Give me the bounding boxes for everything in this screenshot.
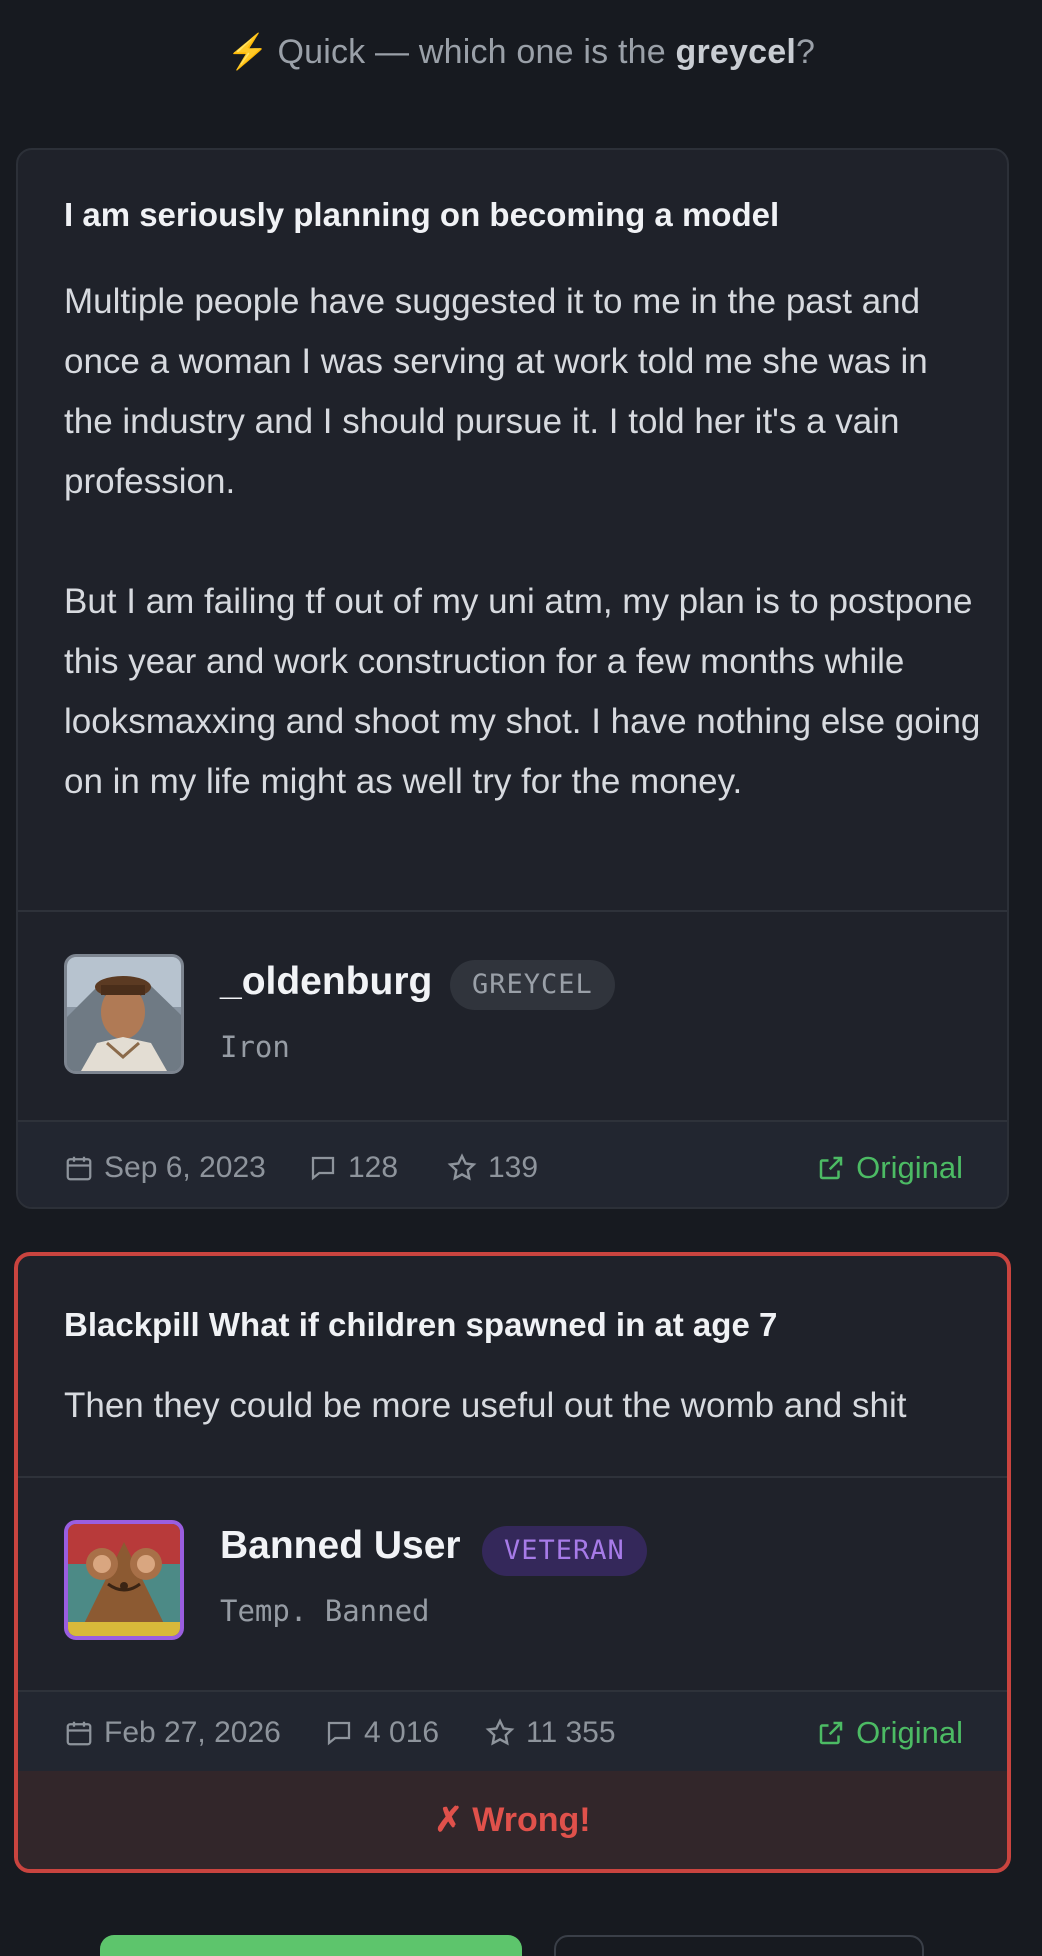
post-card-1[interactable]: I am seriously planning on becoming a mo…	[16, 148, 1009, 1209]
star-count: 11 355	[484, 1692, 616, 1774]
original-label: Original	[856, 1715, 963, 1750]
secondary-button[interactable]	[554, 1935, 924, 1956]
wrong-verdict: ✗ Wrong!	[18, 1771, 1007, 1869]
status-badge: VETERAN	[482, 1526, 647, 1576]
post-title: Blackpill What if children spawned in at…	[64, 1306, 778, 1343]
divider	[18, 910, 1007, 912]
post-meta-bar: Feb 27, 2026 4 016 11 355 Original	[18, 1690, 1007, 1774]
post-date: Sep 6, 2023	[64, 1122, 266, 1207]
external-link-icon	[819, 1721, 843, 1745]
original-link[interactable]: Original	[816, 1692, 963, 1774]
prompt-highlight: greycel	[675, 33, 796, 71]
user-rank: Iron	[220, 1030, 290, 1064]
quiz-prompt: ⚡ Quick — which one is the greycel?	[0, 32, 1042, 72]
next-button[interactable]	[100, 1935, 522, 1956]
status-badge: GREYCEL	[450, 960, 615, 1010]
calendar-icon	[66, 1721, 92, 1746]
comment-icon	[311, 1156, 335, 1180]
avatar-image	[68, 1524, 180, 1636]
username[interactable]: Banned User	[220, 1524, 461, 1568]
comment-count-text: 128	[348, 1150, 399, 1184]
original-link[interactable]: Original	[816, 1122, 963, 1207]
external-link-icon	[819, 1156, 843, 1179]
lightning-icon: ⚡	[226, 33, 270, 71]
star-icon	[485, 1718, 515, 1746]
star-icon	[447, 1152, 477, 1180]
avatar-image	[67, 957, 181, 1071]
original-label: Original	[856, 1149, 963, 1185]
user-rank: Temp. Banned	[220, 1594, 430, 1628]
quiz-page: ⚡ Quick — which one is the greycel? I am …	[0, 0, 1042, 1956]
avatar[interactable]	[64, 1520, 184, 1640]
star-count-text: 11 355	[526, 1716, 616, 1749]
comment-count: 4 016	[324, 1692, 439, 1774]
post-body: Then they could be more useful out the w…	[64, 1386, 907, 1425]
date-text: Sep 6, 2023	[104, 1150, 266, 1184]
post-body: Multiple people have suggested it to me …	[64, 282, 981, 801]
divider	[18, 1476, 1007, 1478]
prompt-suffix: ?	[795, 33, 816, 71]
post-date: Feb 27, 2026	[64, 1692, 281, 1774]
post-meta-bar: Sep 6, 2023 128 139 Original	[18, 1120, 1007, 1207]
star-count-text: 139	[488, 1150, 539, 1184]
post-title: I am seriously planning on becoming a mo…	[64, 196, 780, 233]
date-text: Feb 27, 2026	[104, 1716, 281, 1749]
username[interactable]: _oldenburg	[220, 960, 432, 1004]
comment-count: 128	[308, 1122, 399, 1207]
calendar-icon	[66, 1156, 92, 1180]
prompt-text: Quick — which one is the	[277, 33, 676, 71]
star-count: 139	[446, 1122, 539, 1207]
avatar[interactable]	[64, 954, 184, 1074]
comment-count-text: 4 016	[364, 1716, 440, 1749]
comment-icon	[327, 1721, 351, 1746]
post-card-2[interactable]: Blackpill What if children spawned in at…	[14, 1252, 1011, 1873]
